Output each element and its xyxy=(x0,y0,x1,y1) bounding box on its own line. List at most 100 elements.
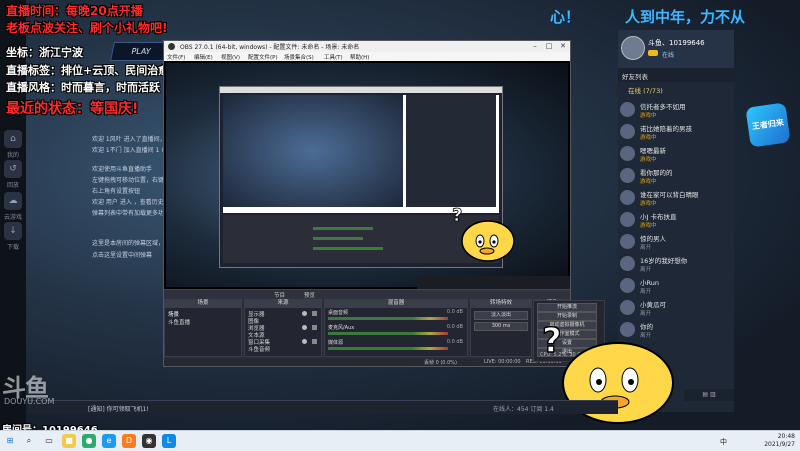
game-chat-line: 右上角有设置按钮 xyxy=(92,188,141,195)
menu-tools[interactable]: 工具(T) xyxy=(324,53,343,61)
eye-icon[interactable] xyxy=(302,325,307,330)
mixer-track-name: 麦克风/Aux xyxy=(328,325,355,331)
game-chat-line: 弹幕列表中带有加载更多功能 xyxy=(92,210,171,217)
overlay-recent-status: 最近的状态：等国庆! xyxy=(6,101,139,117)
duck-meme-icon: ? xyxy=(452,205,515,262)
friend-status: 游戏中 xyxy=(640,223,657,229)
menu-profile[interactable]: 配置文件(P) xyxy=(248,53,278,61)
avatar[interactable] xyxy=(621,36,645,60)
friend-name: 信托者多不如用 xyxy=(640,103,686,111)
task-view-icon[interactable]: ▭ xyxy=(42,434,56,448)
chat-input-bar[interactable]: [通知] 你可领取飞机1! 在线人：454 订阅 1.4 xyxy=(28,400,618,414)
douyu-app-icon[interactable]: D xyxy=(122,434,136,448)
home-icon[interactable]: ⌂ xyxy=(4,130,22,148)
sidebar-bottom-toolbar[interactable]: ▤ ▥ xyxy=(684,389,734,401)
menu-help[interactable]: 帮助(H) xyxy=(350,53,369,61)
transition-select[interactable]: 淡入淡出 xyxy=(474,311,528,320)
scenes-header: 场景 xyxy=(164,299,242,307)
game-chat-line: 点击这里设置中间弹幕 xyxy=(92,252,153,259)
cloud-icon[interactable]: ☁ xyxy=(4,192,22,210)
file-explorer-icon[interactable]: ■ xyxy=(62,434,76,448)
volume-meter[interactable] xyxy=(328,332,448,335)
scene-item[interactable]: 斗鱼直播 xyxy=(168,318,190,326)
friend-item[interactable]: 信托者多不如用 游戏中 xyxy=(618,100,734,121)
download-icon[interactable]: ↓ xyxy=(4,222,22,240)
friend-item[interactable]: 小Run 离开 xyxy=(618,276,734,297)
transitions-header: 转场特效 xyxy=(470,299,532,307)
friend-name: 嗯嗯最新 xyxy=(640,147,666,155)
wechat-icon[interactable]: ● xyxy=(82,434,96,448)
minimize-icon[interactable]: – xyxy=(528,41,542,52)
menu-file[interactable]: 文件(F) xyxy=(167,53,185,61)
avatar xyxy=(620,124,635,139)
volume-meter[interactable] xyxy=(328,317,448,320)
friend-item[interactable]: 看你那的的 游戏中 xyxy=(618,166,734,187)
streamer-name: 斗鱼、10199646 xyxy=(648,39,705,47)
strip-label-replay: 回放 xyxy=(6,182,19,189)
preview-label[interactable]: 预览 xyxy=(304,291,315,299)
source-item[interactable]: 斗鱼音频 xyxy=(248,345,270,353)
maximize-icon[interactable]: □ xyxy=(542,41,556,52)
mixer-track-db: 0.0 dB xyxy=(446,309,463,315)
overlay-style: 直播风格：时而暮言，时而活跃 xyxy=(6,81,160,94)
menu-view[interactable]: 视图(V) xyxy=(221,53,240,61)
lock-icon[interactable] xyxy=(312,311,317,316)
obs-logo-icon xyxy=(168,43,175,50)
browser-icon[interactable]: e xyxy=(102,434,116,448)
scene-item[interactable]: 场景 xyxy=(168,310,179,318)
lock-icon[interactable] xyxy=(312,339,317,344)
volume-meter[interactable] xyxy=(328,347,448,350)
nested-titlebar xyxy=(220,87,502,93)
strip-label-cloud: 云游戏 xyxy=(3,214,22,221)
avatar xyxy=(620,190,635,205)
nested-meter xyxy=(313,227,373,230)
tab-friends[interactable]: 好友列表 xyxy=(622,71,648,81)
avatar xyxy=(620,300,635,315)
event-badge[interactable]: 王者归来 xyxy=(745,102,791,148)
clock[interactable]: 20:48 2021/9/27 xyxy=(745,433,795,449)
windows-start-icon[interactable]: ⊞ xyxy=(3,434,17,448)
friend-status: 游戏中 xyxy=(640,135,657,141)
friend-item[interactable]: 嗯嗯最新 游戏中 xyxy=(618,144,734,165)
svg-text:?: ? xyxy=(542,321,562,361)
avatar xyxy=(620,278,635,293)
mixer-dock: 桌面音频 0.0 dB 麦克风/Aux 0.0 dB 媒体源 0.0 dB xyxy=(324,307,468,357)
friend-name: 小黄瓜可 xyxy=(640,301,666,309)
ticker-banner: 心！ 人到中年，力不从 xyxy=(540,0,800,34)
friend-item[interactable]: 谁在家可以背白晴眼 游戏中 xyxy=(618,188,734,209)
avatar xyxy=(620,146,635,161)
friend-status: 游戏中 xyxy=(640,157,657,163)
friend-name: 诺比她陪着的男孩 xyxy=(640,125,692,133)
game-app-icon[interactable]: L xyxy=(162,434,176,448)
program-label[interactable]: 节目 xyxy=(274,291,285,299)
friend-group-label: 在线 (7/73) xyxy=(628,87,663,95)
clock-date: 2021/9/27 xyxy=(764,441,795,448)
obs-titlebar[interactable]: OBS 27.0.1 (64-bit, windows) - 配置文件: 未命名… xyxy=(164,41,570,52)
friend-item[interactable]: 16岁的我好想你 离开 xyxy=(618,254,734,275)
streamer-status: 在线 xyxy=(662,52,675,59)
lock-icon[interactable] xyxy=(312,325,317,330)
obs-app-icon[interactable]: ◉ xyxy=(142,434,156,448)
eye-icon[interactable] xyxy=(302,311,307,316)
replay-icon[interactable]: ↺ xyxy=(4,160,22,178)
strip-label-mine: 我的 xyxy=(6,152,19,159)
menu-edit[interactable]: 编辑(E) xyxy=(194,53,213,61)
close-icon[interactable]: ✕ xyxy=(556,41,570,52)
start-streaming-button[interactable]: 开始推流 xyxy=(537,303,597,312)
sources-header: 来源 xyxy=(244,299,322,307)
eye-icon[interactable] xyxy=(302,339,307,344)
friend-group[interactable]: 在线 (7/73) xyxy=(618,82,734,96)
transition-duration[interactable]: 300 ms xyxy=(474,322,528,331)
nested-side-panel xyxy=(406,95,496,207)
friend-name: 16岁的我好想你 xyxy=(640,257,688,265)
search-icon[interactable]: ⌕ xyxy=(22,434,36,448)
friend-name: 惊的男人 xyxy=(640,235,666,243)
svg-text:?: ? xyxy=(452,205,462,226)
input-language[interactable]: 中 xyxy=(720,437,727,447)
friend-item[interactable]: 惊的男人 离开 xyxy=(618,232,734,253)
friend-item[interactable]: 小黄瓜可 离开 xyxy=(618,298,734,319)
friend-item[interactable]: 诺比她陪着的男孩 游戏中 xyxy=(618,122,734,143)
menu-scene-collection[interactable]: 场景集合(S) xyxy=(284,53,314,61)
friend-item[interactable]: 小J 卡布扶直 游戏中 xyxy=(618,210,734,231)
douyu-domain: DOUYU.COM xyxy=(4,397,55,406)
